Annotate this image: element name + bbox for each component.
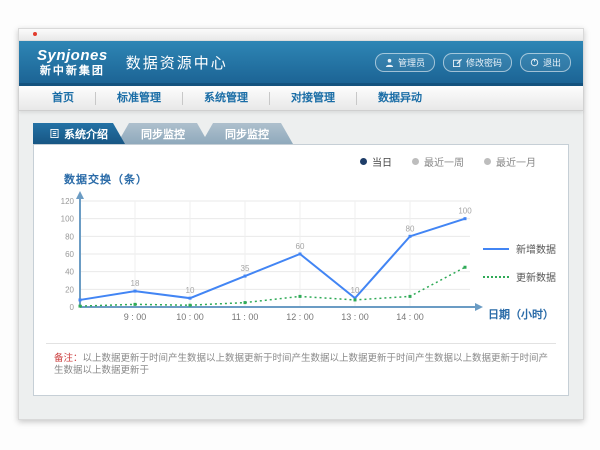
- admin-user-button[interactable]: 管理员: [375, 53, 435, 72]
- svg-text:10: 10: [186, 286, 195, 295]
- svg-text:10: 10: [351, 286, 360, 295]
- legend-new-data-label: 新增数据: [516, 241, 556, 256]
- power-icon: [530, 58, 539, 67]
- nav-item-data-change[interactable]: 数据异动: [357, 92, 443, 105]
- nav-item-standard-mgmt[interactable]: 标准管理: [96, 92, 183, 105]
- svg-text:40: 40: [65, 268, 74, 277]
- admin-user-label: 管理员: [398, 56, 425, 69]
- filter-last-week[interactable]: 最近一周: [412, 154, 464, 169]
- legend-item-new-data: 新增数据: [483, 241, 556, 256]
- user-icon: [385, 58, 394, 67]
- filter-today-label: 当日: [372, 154, 392, 169]
- logo-subtitle: 新中新集团: [37, 65, 108, 77]
- window-top-strip: [19, 29, 583, 41]
- document-icon: [50, 129, 59, 138]
- user-toolbar: 管理员 修改密码 退出: [375, 53, 571, 72]
- time-range-filters: 当日 最近一周 最近一月: [360, 154, 536, 169]
- app-header: Synjones 新中新集团 数据资源中心 管理员 修改密码: [19, 41, 583, 86]
- svg-text:80: 80: [65, 232, 74, 241]
- change-password-label: 修改密码: [466, 56, 502, 69]
- filter-today[interactable]: 当日: [360, 154, 392, 169]
- y-axis-title: 数据交换（条）: [64, 171, 148, 187]
- tab-system-intro-label: 系统介绍: [64, 126, 108, 142]
- tab-sync-monitor-1-label: 同步监控: [141, 126, 185, 142]
- svg-text:9 : 00: 9 : 00: [124, 312, 147, 322]
- nav-item-home[interactable]: 首页: [31, 92, 96, 105]
- content-area: 系统介绍 同步监控 同步监控 当日 最近一周: [19, 111, 583, 417]
- main-nav: 首页 标准管理 系统管理 对接管理 数据异动: [19, 86, 583, 111]
- svg-text:0: 0: [70, 303, 75, 312]
- radio-selected-icon: [360, 158, 367, 165]
- svg-text:14 : 00: 14 : 00: [396, 312, 424, 322]
- svg-text:11 : 00: 11 : 00: [232, 312, 259, 322]
- solid-line-swatch-icon: [483, 248, 509, 250]
- svg-text:60: 60: [65, 250, 74, 259]
- nav-item-system-mgmt[interactable]: 系统管理: [183, 92, 270, 105]
- change-password-button[interactable]: 修改密码: [443, 53, 512, 72]
- logo-red-dot-icon: [33, 32, 37, 36]
- tab-sync-monitor-2[interactable]: 同步监控: [201, 123, 293, 144]
- svg-text:80: 80: [406, 224, 415, 233]
- chart-panel: 当日 最近一周 最近一月 数据交换（条） 0 20 40 60 80 100 120 9 : …: [33, 144, 569, 396]
- svg-text:10 : 00: 10 : 00: [176, 312, 204, 322]
- dotted-line-swatch-icon: [483, 276, 509, 278]
- filter-last-week-label: 最近一周: [424, 154, 464, 169]
- edit-icon: [453, 58, 462, 67]
- exchange-line-chart: 0 20 40 60 80 100 120 9 : 00 10 : 00 11 : 00 12 : …: [50, 189, 490, 339]
- tab-system-intro[interactable]: 系统介绍: [33, 123, 125, 144]
- filter-last-month-label: 最近一月: [496, 154, 536, 169]
- page-background: Synjones 新中新集团 数据资源中心 管理员 修改密码: [0, 0, 600, 450]
- x-axis-title: 日期（小时）: [488, 306, 554, 322]
- tab-bar: 系统介绍 同步监控 同步监控: [33, 123, 583, 144]
- panel-divider: [46, 343, 556, 344]
- app-window: Synjones 新中新集团 数据资源中心 管理员 修改密码: [18, 28, 584, 420]
- tab-sync-monitor-2-label: 同步监控: [225, 126, 269, 142]
- logo-wordmark: Synjones: [37, 48, 108, 65]
- tab-sync-monitor-1[interactable]: 同步监控: [117, 123, 209, 144]
- svg-text:100: 100: [458, 207, 472, 216]
- radio-icon: [412, 158, 419, 165]
- svg-text:35: 35: [241, 264, 250, 273]
- svg-text:20: 20: [65, 285, 74, 294]
- filter-last-month[interactable]: 最近一月: [484, 154, 536, 169]
- svg-text:120: 120: [61, 197, 75, 206]
- app-title: 数据资源中心: [126, 52, 228, 73]
- radio-icon: [484, 158, 491, 165]
- svg-text:100: 100: [61, 215, 75, 224]
- svg-text:60: 60: [296, 242, 305, 251]
- footer-note: 备注：以上数据更新于时间产生数据以上数据更新于时间产生数据以上数据更新于时间产生…: [54, 353, 556, 378]
- svg-text:12 : 00: 12 : 00: [286, 312, 314, 322]
- note-text: 以上数据更新于时间产生数据以上数据更新于时间产生数据以上数据更新于时间产生数据以…: [54, 353, 548, 376]
- note-label: 备注：: [54, 353, 83, 364]
- svg-text:18: 18: [131, 279, 140, 288]
- legend-item-update-data: 更新数据: [483, 269, 556, 284]
- svg-text:13 : 00: 13 : 00: [341, 312, 369, 322]
- legend-update-data-label: 更新数据: [516, 269, 556, 284]
- chart-legend: 新增数据 更新数据: [483, 241, 556, 284]
- logout-button[interactable]: 退出: [520, 53, 571, 72]
- logout-label: 退出: [543, 56, 561, 69]
- nav-item-interface-mgmt[interactable]: 对接管理: [270, 92, 357, 105]
- company-logo: Synjones 新中新集团: [37, 47, 108, 77]
